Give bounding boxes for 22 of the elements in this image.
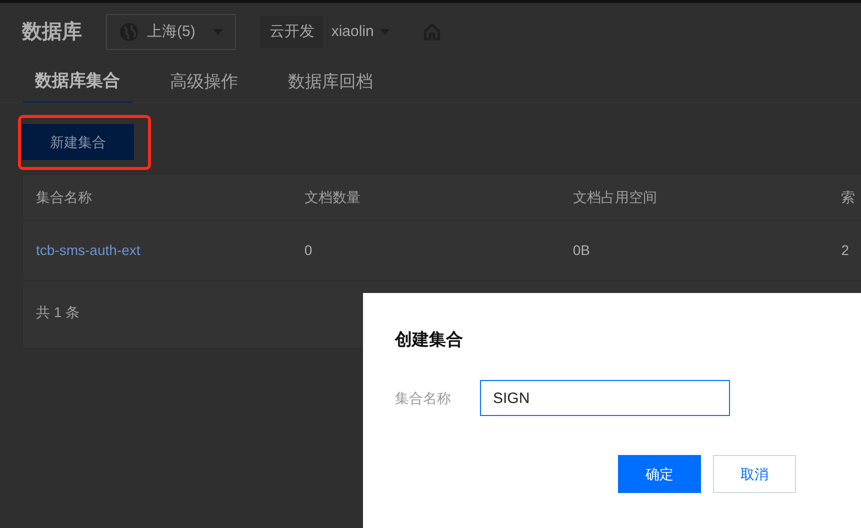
dialog-title: 创建集合	[395, 330, 463, 349]
collection-name-input[interactable]: SIGN	[480, 380, 730, 416]
column-header: 文档占用空间	[572, 188, 657, 204]
region-select[interactable]: 上海(5)	[106, 14, 236, 50]
create-collection-button[interactable]: 新建集合	[22, 124, 134, 160]
tab[interactable]: 数据库集合	[22, 61, 133, 103]
column-header: 文档数量	[304, 188, 360, 204]
table-cell: 0B	[572, 242, 590, 258]
column-header: 集合名称	[36, 188, 92, 204]
field-label: 集合名称	[395, 388, 452, 408]
cancel-button[interactable]: 取消	[713, 455, 796, 493]
total-count: 共 1 条	[36, 304, 80, 320]
table-cell: 0	[304, 242, 312, 258]
page-title: 数据库	[22, 20, 82, 45]
environment-tag: 云开发	[260, 16, 324, 48]
column-header: 索	[841, 188, 856, 204]
tab[interactable]: 高级操作	[157, 61, 251, 103]
confirm-button[interactable]: 确定	[618, 455, 701, 493]
collection-link[interactable]: tcb-sms-auth-ext	[36, 242, 140, 258]
environment-select[interactable]: xiaolin	[331, 20, 390, 44]
table-cell: 2	[841, 242, 850, 258]
tab[interactable]: 数据库回档	[275, 61, 386, 103]
